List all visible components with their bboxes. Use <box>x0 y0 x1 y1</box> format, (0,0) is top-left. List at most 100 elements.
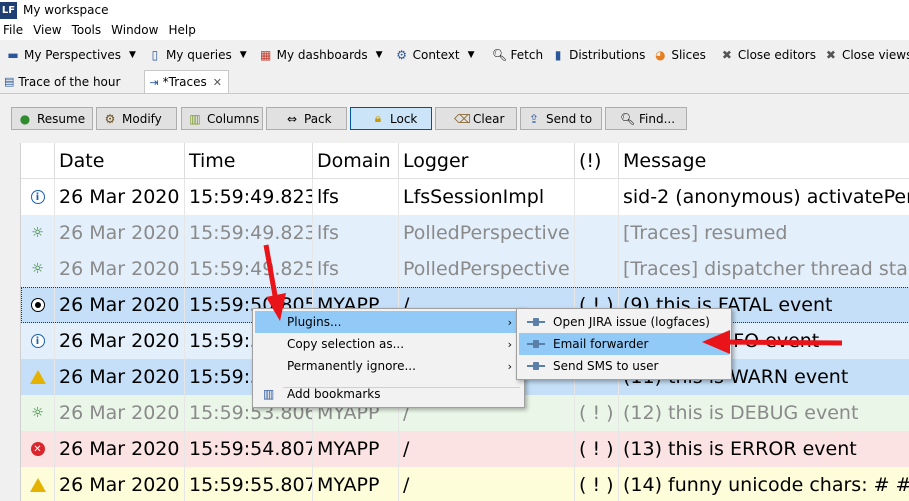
time-cell: 15:59:55.807 <box>185 467 313 501</box>
window-title: My workspace <box>23 3 109 17</box>
fetch-button[interactable]: 🔍︎ Fetch <box>489 43 548 67</box>
tab-traces[interactable]: ⇥ *Traces ✕ <box>144 70 229 93</box>
menu-window[interactable]: Window <box>107 23 164 37</box>
close-editors-button[interactable]: ✖ Close editors <box>716 43 820 67</box>
close-views-button[interactable]: ✖ Close views <box>820 43 909 67</box>
col-header-domain[interactable]: Domain <box>313 143 399 179</box>
resume-button[interactable]: ● Resume <box>11 107 93 130</box>
pack-icon: ⇔ <box>286 111 298 126</box>
menu-item-add-bookmarks[interactable]: ▥ Add bookmarks <box>255 383 522 405</box>
bookmark-icon: ▥ <box>263 387 275 401</box>
col-header-message[interactable]: Message <box>619 143 909 179</box>
date-cell: 26 Mar 2020 <box>55 359 185 395</box>
menu-item-copy-selection[interactable]: Copy selection as... › <box>255 333 522 355</box>
menu-help[interactable]: Help <box>164 23 201 37</box>
menu-item-open-jira[interactable]: Open JIRA issue (logfaces) <box>519 311 729 333</box>
level-cell: i <box>21 323 55 359</box>
bug-icon: ☼ <box>31 225 44 241</box>
level-cell: i <box>21 179 55 215</box>
menu-tools[interactable]: Tools <box>68 23 108 37</box>
info-icon: i <box>30 190 45 204</box>
table-row[interactable]: ☼ 26 Mar 2020 15:59:49.825 lfs PolledPer… <box>21 251 909 287</box>
time-cell: 15:59:49.825 <box>185 251 313 287</box>
annotation-arrow-down <box>263 244 286 321</box>
magnifier-icon: 🔍︎ <box>491 48 508 62</box>
tab-trace-of-the-hour[interactable]: ▤ Trace of the hour <box>0 70 126 93</box>
chevron-down-icon[interactable]: ▼ <box>468 50 475 60</box>
menu-item-permanently-ignore[interactable]: Permanently ignore... › <box>255 355 522 377</box>
menu-item-label: Email forwarder <box>553 337 649 351</box>
fetch-label: Fetch <box>510 48 544 62</box>
view-toolbar: ● Resume ⚙ Modify ▥ Columns ⇔ Pack 🔒︎ Lo… <box>0 95 909 143</box>
col-header-flag[interactable]: (!) <box>575 143 619 179</box>
plugin-icon <box>527 361 545 371</box>
menu-bar: File View Tools Window Help <box>0 20 909 40</box>
columns-button[interactable]: ▥ Columns <box>181 107 263 130</box>
error-icon: ✕ <box>30 442 45 456</box>
menu-item-send-sms[interactable]: Send SMS to user <box>519 355 729 377</box>
message-cell: (14) funny unicode chars: # # <box>623 474 909 496</box>
chevron-down-icon[interactable]: ▼ <box>129 50 136 60</box>
clear-button[interactable]: ⌫ Clear <box>435 107 517 130</box>
table-row[interactable]: ✕ 26 Mar 2020 15:59:54.807 MYAPP / ( ! )… <box>21 431 909 467</box>
logger-cell: PolledPerspective <box>399 251 575 287</box>
my-perspectives-button[interactable]: ▬ My Perspectives ▼ <box>0 43 144 67</box>
modify-button[interactable]: ⚙ Modify <box>96 107 177 130</box>
pack-button[interactable]: ⇔ Pack <box>266 107 347 130</box>
domain-cell: lfs <box>313 215 399 251</box>
menu-item-email-forwarder[interactable]: Email forwarder <box>519 333 729 355</box>
table-row[interactable]: 26 Mar 2020 15:59:55.807 MYAPP / ( ! ) (… <box>21 467 909 501</box>
chevron-right-icon: › <box>507 337 512 351</box>
col-header-time[interactable]: Time <box>185 143 313 179</box>
message-cell: (13) this is ERROR event <box>623 438 857 460</box>
flag-cell: ( ! ) <box>575 395 619 431</box>
menu-item-label: Add bookmarks <box>287 387 381 401</box>
chevron-down-icon[interactable]: ▼ <box>376 50 383 60</box>
menu-item-label: Copy selection as... <box>287 337 405 351</box>
find-button[interactable]: 🔍︎ Find... <box>605 107 687 130</box>
table-row[interactable]: i 26 Mar 2020 15:59:49.823 lfs LfsSessio… <box>21 179 909 215</box>
close-icon[interactable]: ✕ <box>213 76 222 89</box>
col-header-date[interactable]: Date <box>55 143 185 179</box>
eraser-icon: ⌫ <box>454 111 471 126</box>
plugin-icon <box>527 317 545 327</box>
context-button[interactable]: ⚙ Context ▼ <box>391 43 483 67</box>
table-header: Date Time Domain Logger (!) Message <box>21 143 909 179</box>
distributions-button[interactable]: ▮ Distributions <box>547 43 649 67</box>
bug-icon: ☼ <box>31 405 44 421</box>
col-header-logger[interactable]: Logger <box>399 143 575 179</box>
distributions-label: Distributions <box>569 48 646 62</box>
date-cell: 26 Mar 2020 <box>55 431 185 467</box>
menu-file[interactable]: File <box>0 23 29 37</box>
my-queries-label: My queries <box>165 48 232 62</box>
my-dashboards-label: My dashboards <box>276 48 368 62</box>
lock-label: Lock <box>390 111 418 126</box>
menu-item-plugins[interactable]: Plugins... › <box>255 311 522 333</box>
my-dashboards-button[interactable]: ▦ My dashboards ▼ <box>255 43 391 67</box>
bug-icon: ☼ <box>31 261 44 277</box>
close-views-label: Close views <box>841 48 909 62</box>
domain-cell: lfs <box>313 179 399 215</box>
find-label: Find... <box>639 111 676 126</box>
col-header-level[interactable] <box>21 143 55 179</box>
slices-button[interactable]: ◕ Slices <box>649 43 710 67</box>
menu-view[interactable]: View <box>29 23 67 37</box>
chevron-right-icon: › <box>507 315 512 329</box>
level-cell: ☼ <box>21 215 55 251</box>
date-cell: 26 Mar 2020 <box>55 251 185 287</box>
bar-chart-icon: ▮ <box>554 48 562 62</box>
message-cell: [Traces] dispatcher thread starte <box>623 258 909 280</box>
title-bar: LF My workspace <box>0 0 909 20</box>
lock-button[interactable]: 🔒︎ Lock <box>350 107 432 130</box>
chevron-down-icon[interactable]: ▼ <box>240 50 247 60</box>
domain-cell: MYAPP <box>313 467 399 501</box>
time-cell: 15:59:49.823 <box>185 179 313 215</box>
lock-icon: 🔒︎ <box>374 111 382 125</box>
table-row[interactable]: ☼ 26 Mar 2020 15:59:49.823 lfs PolledPer… <box>21 215 909 251</box>
my-queries-button[interactable]: ▯ My queries ▼ <box>144 43 255 67</box>
send-to-button[interactable]: ⇪ Send to <box>520 107 602 130</box>
clear-label: Clear <box>473 111 505 126</box>
slices-label: Slices <box>671 48 706 62</box>
close-icon: ✖ <box>721 48 732 62</box>
warning-icon <box>29 370 46 384</box>
